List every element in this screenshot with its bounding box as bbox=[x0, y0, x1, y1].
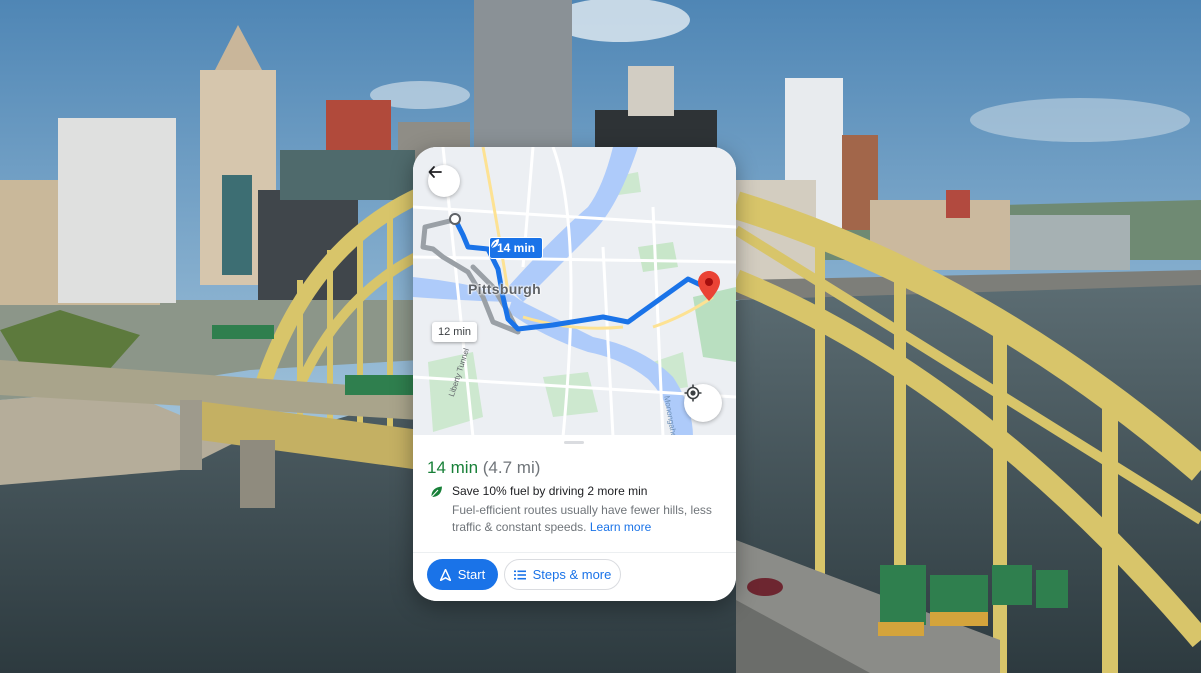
alternate-route-badge[interactable]: 12 min bbox=[432, 322, 478, 342]
fuel-save-message: Save 10% fuel by driving 2 more min bbox=[452, 484, 648, 498]
maps-phone-card: Pittsburgh 14 min 12 min Liberty Tunnel … bbox=[413, 147, 736, 601]
drag-handle[interactable] bbox=[564, 441, 584, 444]
divider bbox=[413, 552, 736, 553]
list-icon bbox=[513, 570, 526, 579]
my-location-icon bbox=[684, 384, 702, 402]
back-button[interactable] bbox=[428, 165, 460, 197]
route-bottom-sheet: 14 min (4.7 mi) Save 10% fuel by driving… bbox=[413, 435, 736, 601]
map-city-label: Pittsburgh bbox=[468, 281, 541, 297]
route-badge-time: 14 min bbox=[497, 241, 536, 255]
route-duration: 14 min bbox=[427, 458, 479, 477]
route-summary: 14 min (4.7 mi) bbox=[427, 458, 540, 478]
learn-more-link[interactable]: Learn more bbox=[590, 520, 651, 534]
map-view[interactable]: Pittsburgh 14 min 12 min Liberty Tunnel … bbox=[413, 147, 736, 444]
leaf-icon bbox=[490, 239, 499, 249]
eco-route-text: Fuel-efficient routes usually have fewer… bbox=[452, 503, 712, 534]
arrow-left-icon bbox=[428, 166, 442, 178]
route-distance: (4.7 mi) bbox=[482, 458, 541, 477]
steps-button-label: Steps & more bbox=[532, 567, 612, 582]
leaf-icon bbox=[431, 486, 442, 497]
steps-and-more-button[interactable]: Steps & more bbox=[504, 559, 621, 590]
my-location-button[interactable] bbox=[684, 384, 722, 422]
navigation-arrow-icon bbox=[439, 568, 451, 581]
fuel-save-row: Save 10% fuel by driving 2 more min bbox=[430, 484, 647, 498]
map-pin-icon[interactable] bbox=[698, 271, 720, 301]
eco-route-description: Fuel-efficient routes usually have fewer… bbox=[452, 502, 720, 536]
start-button-label: Start bbox=[457, 567, 486, 582]
start-button[interactable]: Start bbox=[427, 559, 498, 590]
route-time-badge[interactable]: 14 min bbox=[489, 237, 544, 259]
